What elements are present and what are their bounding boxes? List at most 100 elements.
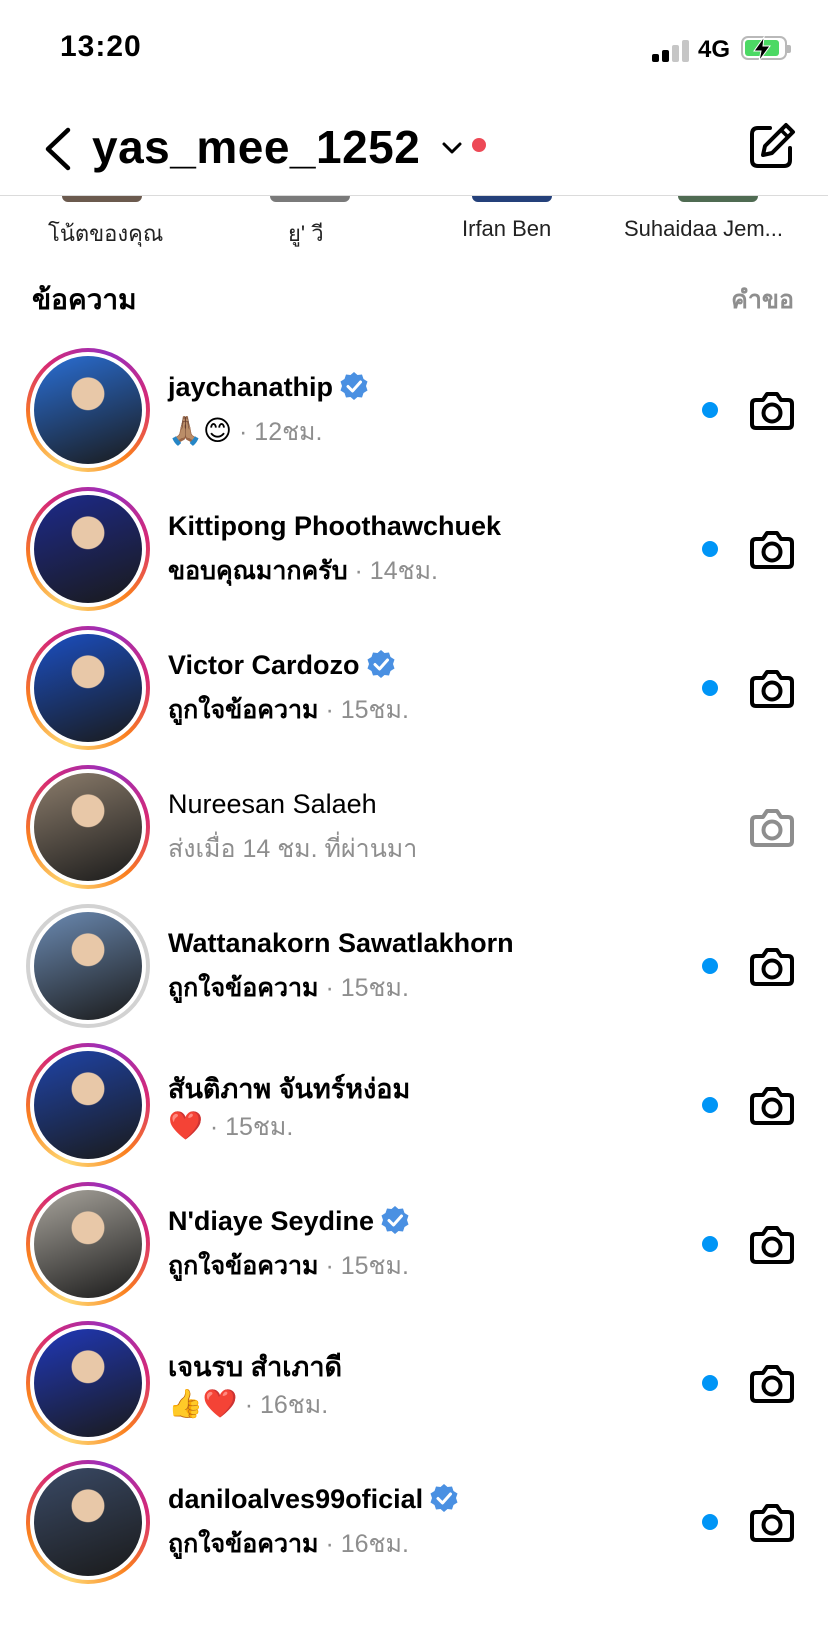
last-message: 👍❤️	[168, 1387, 238, 1420]
camera-icon[interactable]	[748, 1359, 796, 1407]
compose-icon[interactable]	[748, 122, 796, 170]
conversation-row[interactable]: Kittipong Phoothawchuek ขอบคุณมากครับ · 1…	[0, 477, 828, 621]
conversation-row[interactable]: สันติภาพ จันทร์หง่อม ❤️ · 15ชม.	[0, 1033, 828, 1177]
avatar	[34, 773, 142, 881]
story-ring[interactable]	[26, 487, 150, 611]
message-preview: ❤️ · 15ชม.	[168, 1107, 293, 1147]
conversation-name: Victor Cardozo	[168, 649, 396, 682]
conversation-row[interactable]: Nureesan Salaeh ส่งเมื่อ 14 ชม. ที่ผ่านมา	[0, 755, 828, 899]
account-notification-dot	[472, 138, 486, 152]
conversation-name-text: Nureesan Salaeh	[168, 789, 377, 819]
verified-badge-icon	[380, 1205, 410, 1235]
unread-dot	[702, 541, 718, 557]
avatar	[34, 1468, 142, 1576]
note-avatar	[270, 196, 350, 202]
message-preview: ขอบคุณมากครับ · 14ชม.	[168, 551, 438, 591]
chevron-down-icon[interactable]	[440, 136, 464, 160]
avatar	[34, 1051, 142, 1159]
story-ring[interactable]	[26, 1321, 150, 1445]
conversation-row[interactable]: Victor Cardozo ถูกใจข้อความ · 15ชม.	[0, 616, 828, 760]
account-username[interactable]: yas_mee_1252	[92, 120, 420, 174]
camera-icon[interactable]	[748, 386, 796, 434]
note-avatar	[678, 196, 758, 202]
last-message: ถูกใจข้อความ	[168, 1252, 319, 1280]
conversation-name: N'diaye Seydine	[168, 1205, 410, 1238]
notes-row: โน้ตของคุณ ยู' วี Irfan Ben Suhaidaa Jem…	[0, 196, 828, 256]
conversation-row[interactable]: jaychanathip 🙏🏽😊 · 12ชม.	[0, 338, 828, 482]
conversation-row[interactable]: N'diaye Seydine ถูกใจข้อความ · 15ชม.	[0, 1172, 828, 1316]
network-label: 4G	[698, 36, 731, 63]
camera-icon[interactable]	[748, 664, 796, 712]
conversation-name-text: เจนรบ สำเภาดี	[168, 1352, 343, 1382]
note-avatar	[472, 196, 552, 202]
conversation-name-text: N'diaye Seydine	[168, 1206, 375, 1236]
message-time: · 15ชม.	[325, 974, 409, 1002]
unread-dot	[702, 1236, 718, 1252]
avatar	[34, 356, 142, 464]
message-preview: 👍❤️ · 16ชม.	[168, 1385, 328, 1425]
conversation-name: สันติภาพ จันทร์หง่อม	[168, 1067, 410, 1110]
camera-icon[interactable]	[748, 942, 796, 990]
conversation-name: Nureesan Salaeh	[168, 789, 377, 820]
story-ring[interactable]	[26, 1043, 150, 1167]
message-preview: ถูกใจข้อความ · 15ชม.	[168, 1246, 409, 1286]
message-time: · 14ชม.	[354, 557, 439, 585]
message-preview: 🙏🏽😊 · 12ชม.	[168, 412, 323, 452]
message-preview: ถูกใจข้อความ · 15ชม.	[168, 690, 409, 730]
avatar	[34, 1329, 142, 1437]
conversation-name-text: Kittipong Phoothawchuek	[168, 511, 501, 541]
conversation-name-text: สันติภาพ จันทร์หง่อม	[168, 1074, 411, 1104]
note-item-label[interactable]: ยู' วี	[288, 216, 324, 251]
camera-icon[interactable]	[748, 803, 796, 851]
conversation-name-text: Victor Cardozo	[168, 650, 360, 680]
story-ring[interactable]	[26, 1182, 150, 1306]
conversation-name-text: daniloalves99oficial	[168, 1484, 424, 1514]
message-preview: ถูกใจข้อความ · 15ชม.	[168, 968, 409, 1008]
note-item-label[interactable]: Suhaidaa Jem...	[624, 216, 783, 242]
status-bar: 13:20 4G	[0, 0, 828, 100]
conversation-row[interactable]: daniloalves99oficial ถูกใจข้อความ · 16ชม.	[0, 1450, 828, 1594]
conversation-name: daniloalves99oficial	[168, 1483, 459, 1516]
avatar	[34, 495, 142, 603]
camera-icon[interactable]	[748, 525, 796, 573]
requests-link[interactable]: คำขอ	[731, 280, 794, 320]
unread-dot	[702, 680, 718, 696]
last-message: ส่งเมื่อ 14 ชม. ที่ผ่านมา	[168, 835, 418, 863]
conversation-row[interactable]: Wattanakorn Sawatlakhorn ถูกใจข้อความ · 1…	[0, 894, 828, 1038]
conversation-row[interactable]: เจนรบ สำเภาดี 👍❤️ · 16ชม.	[0, 1311, 828, 1455]
message-preview: ถูกใจข้อความ · 16ชม.	[168, 1524, 409, 1564]
unread-dot	[702, 402, 718, 418]
last-message: ❤️	[168, 1109, 203, 1142]
story-ring[interactable]	[26, 904, 150, 1028]
story-ring[interactable]	[26, 1460, 150, 1584]
message-time: · 16ชม.	[325, 1530, 409, 1558]
camera-icon[interactable]	[748, 1498, 796, 1546]
unread-dot	[702, 958, 718, 974]
message-time: · 16ชม.	[244, 1391, 329, 1419]
conversation-name: Wattanakorn Sawatlakhorn	[168, 928, 514, 959]
note-item-label[interactable]: Irfan Ben	[462, 216, 551, 242]
battery-icon	[741, 36, 791, 62]
last-message: ถูกใจข้อความ	[168, 1530, 319, 1558]
story-ring[interactable]	[26, 626, 150, 750]
verified-badge-icon	[339, 371, 369, 401]
story-ring[interactable]	[26, 348, 150, 472]
camera-icon[interactable]	[748, 1081, 796, 1129]
last-message: ถูกใจข้อความ	[168, 974, 319, 1002]
conversation-name: jaychanathip	[168, 371, 369, 404]
avatar	[34, 1190, 142, 1298]
avatar	[34, 912, 142, 1020]
back-arrow-icon[interactable]	[40, 124, 80, 174]
unread-dot	[702, 1097, 718, 1113]
story-ring[interactable]	[26, 765, 150, 889]
last-message: 🙏🏽😊	[168, 414, 233, 447]
message-time: · 12ชม.	[239, 418, 323, 446]
avatar	[34, 634, 142, 742]
header: yas_mee_1252	[0, 110, 828, 196]
camera-icon[interactable]	[748, 1220, 796, 1268]
note-avatar	[62, 196, 142, 202]
note-item-label[interactable]: โน้ตของคุณ	[48, 216, 163, 251]
verified-badge-icon	[429, 1483, 459, 1513]
conversation-name-text: Wattanakorn Sawatlakhorn	[168, 928, 514, 958]
signal-icon	[652, 40, 692, 62]
